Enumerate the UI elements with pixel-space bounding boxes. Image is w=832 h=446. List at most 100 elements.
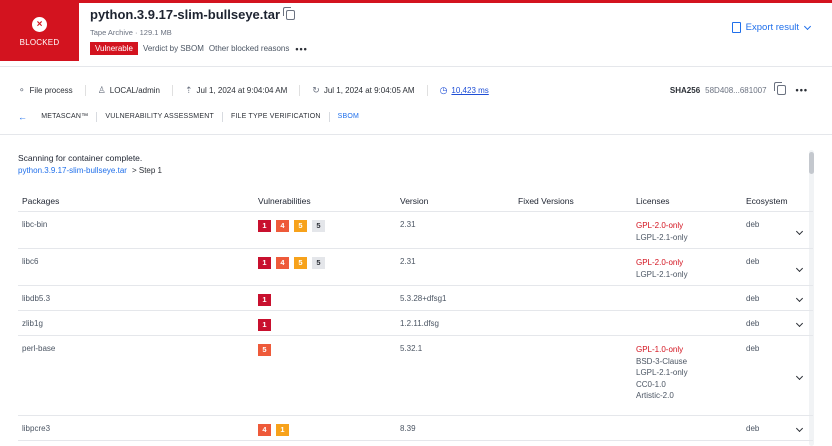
table-row[interactable]: libc6 1 4 5 5 2.31 GPL-2.0-only LGPL-2.1-only de… <box>18 249 813 286</box>
package-version: 2.31 <box>400 220 416 229</box>
chevron-down-icon <box>795 227 804 236</box>
vulnerability-counts: 41 <box>258 423 294 436</box>
more-options-button[interactable]: ••• <box>796 85 808 95</box>
header-ecosystem[interactable]: Ecosystem <box>746 196 788 206</box>
upload-icon: ⇡ <box>185 85 193 95</box>
expand-row-button[interactable] <box>795 264 804 273</box>
upload-time: Jul 1, 2024 at 9:04:04 AM <box>196 86 288 95</box>
packages-table: Packages Vulnerabilities Version Fixed V… <box>18 190 813 441</box>
file-process-item[interactable]: ⚬ File process <box>18 85 86 96</box>
vulnerable-badge: Vulnerable <box>90 42 138 55</box>
export-label: Export result <box>745 22 799 33</box>
expand-row-button[interactable] <box>795 372 804 381</box>
other-reasons-link[interactable]: Other blocked reasons <box>209 44 290 53</box>
export-result-button[interactable]: Export result <box>731 22 812 33</box>
file-name-text: python.3.9.17-slim-bullseye.tar <box>90 7 281 22</box>
tab-vulnerability-assessment[interactable]: VULNERABILITY ASSESSMENT <box>97 112 223 122</box>
tab-bar: ← METASCAN™ VULNERABILITY ASSESSMENT FIL… <box>18 112 367 122</box>
expand-row-button[interactable] <box>795 294 804 303</box>
breadcrumb-step-label: Step 1 <box>138 166 162 175</box>
license-item: LGPL-2.1-only <box>636 232 688 242</box>
verdict-text: Verdict by SBOM <box>142 44 204 53</box>
severity-badge-med[interactable]: 1 <box>276 423 289 436</box>
package-version: 5.32.1 <box>400 344 423 353</box>
finish-time: Jul 1, 2024 at 9:04:05 AM <box>323 86 415 95</box>
severity-badge-crit[interactable]: 1 <box>258 220 271 232</box>
chevron-down-icon <box>803 22 812 30</box>
severity-badge-med[interactable]: 5 <box>294 257 307 269</box>
licenses-cell: GPL-2.0-only LGPL-2.1-only <box>636 257 688 280</box>
ecosystem: deb <box>746 220 760 229</box>
severity-badge-med[interactable]: 5 <box>294 220 307 232</box>
tab-file-type-verification[interactable]: FILE TYPE VERIFICATION <box>223 112 330 122</box>
chevron-down-icon <box>795 264 804 273</box>
more-reasons-button[interactable]: ••• <box>295 44 307 54</box>
chevron-down-icon <box>795 294 804 303</box>
sha-section: SHA256 58D408...681007 ••• <box>670 82 808 95</box>
tabs-divider <box>0 134 832 135</box>
license-item: LGPL-2.1-only <box>636 269 688 279</box>
breadcrumb-step: > Step 1 <box>131 166 162 175</box>
duration-link[interactable]: 10,423 ms <box>451 86 488 95</box>
top-accent-line <box>0 0 832 3</box>
package-name: zlib1g <box>22 319 43 328</box>
severity-badge-crit[interactable]: 1 <box>258 319 271 331</box>
clock-icon: ◷ <box>439 85 448 95</box>
export-icon <box>731 22 741 33</box>
header-fixed-versions[interactable]: Fixed Versions <box>518 196 574 206</box>
process-icon: ⚬ <box>18 85 26 95</box>
refresh-icon: ↻ <box>312 85 320 95</box>
package-name: libdb5.3 <box>22 294 51 303</box>
license-item: GPL-2.0-only <box>636 258 684 267</box>
info-bar: ⚬ File process ♙ LOCAL/admin ⇡ Jul 1, 20… <box>18 85 513 96</box>
chevron-down-icon <box>795 372 804 381</box>
license-item: GPL-1.0-only <box>636 345 684 354</box>
severity-badge-high[interactable]: 4 <box>276 257 289 269</box>
scrollbar-thumb[interactable] <box>809 152 814 174</box>
file-title: python.3.9.17-slim-bullseye.tar <box>90 6 296 22</box>
breadcrumb: python.3.9.17-slim-bullseye.tar > Step 1 <box>18 166 162 175</box>
table-row[interactable]: libpcre3 4 1 8.39 deb <box>18 416 813 441</box>
copy-sha-icon[interactable] <box>773 82 786 95</box>
duration-item[interactable]: ◷ 10,423 ms <box>440 85 501 96</box>
package-name: libc6 <box>22 257 39 266</box>
severity-badge-low[interactable]: 5 <box>312 257 325 269</box>
table-row[interactable]: libc-bin 1 4 5 5 2.31 GPL-2.0-only LGPL-2.1-onl… <box>18 212 813 249</box>
table-row[interactable]: zlib1g 1 1.2.11.dfsg deb <box>18 311 813 336</box>
ecosystem: deb <box>746 294 760 303</box>
header-licenses[interactable]: Licenses <box>636 196 670 208</box>
back-arrow-icon[interactable]: ← <box>18 112 27 122</box>
user-item: ♙ LOCAL/admin <box>98 85 173 96</box>
header-packages[interactable]: Packages <box>22 196 59 206</box>
tab-sbom[interactable]: SBOM <box>330 112 367 122</box>
license-item: CC0-1.0 <box>636 379 666 389</box>
severity-badge-high[interactable]: 5 <box>258 344 271 356</box>
severity-badge-high[interactable]: 4 <box>276 220 289 232</box>
header-vulnerabilities[interactable]: Vulnerabilities <box>258 196 311 206</box>
copy-icon[interactable] <box>283 6 296 20</box>
vulnerability-counts: 5 <box>258 344 276 356</box>
ecosystem: deb <box>746 257 760 266</box>
table-header: Packages Vulnerabilities Version Fixed V… <box>18 190 813 212</box>
expand-row-button[interactable] <box>795 319 804 328</box>
license-item: Artistic-2.0 <box>636 391 674 400</box>
severity-badge-low[interactable]: 5 <box>312 220 325 232</box>
scan-status: Scanning for container complete. <box>18 153 143 163</box>
package-version: 1.2.11.dfsg <box>400 319 439 328</box>
expand-row-button[interactable] <box>795 424 804 433</box>
breadcrumb-file-link[interactable]: python.3.9.17-slim-bullseye.tar <box>18 166 127 175</box>
ecosystem: deb <box>746 344 760 353</box>
table-body: libc-bin 1 4 5 5 2.31 GPL-2.0-only LGPL-2.1-onl… <box>18 212 813 441</box>
chevron-down-icon <box>795 319 804 328</box>
license-item: LGPL-2.1-only <box>636 368 688 377</box>
header-version[interactable]: Version <box>400 196 428 206</box>
severity-badge-crit[interactable]: 1 <box>258 257 271 269</box>
expand-row-button[interactable] <box>795 227 804 236</box>
vulnerability-counts: 1 <box>258 319 276 331</box>
tab-metascan[interactable]: METASCAN™ <box>33 112 98 122</box>
severity-badge-crit[interactable]: 1 <box>258 294 271 306</box>
severity-badge-high[interactable]: 4 <box>258 423 271 436</box>
table-row[interactable]: libdb5.3 1 5.3.28+dfsg1 deb <box>18 286 813 311</box>
x-circle-icon: × <box>32 17 47 32</box>
table-row[interactable]: perl-base 5 5.32.1 GPL-1.0-only BSD-3-Clause… <box>18 336 813 416</box>
